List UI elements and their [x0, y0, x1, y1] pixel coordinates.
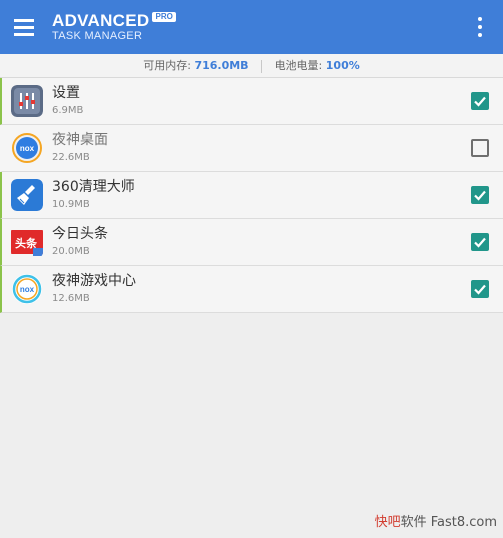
app-bar: ADVANCED PRO TASK MANAGER: [0, 0, 503, 54]
app-name: 今日头条: [52, 226, 108, 242]
app-list: 设置 6.9MB nox 夜神桌面 22.6MB 360清理大师 10.9MB …: [0, 78, 503, 313]
checkbox-checked[interactable]: [471, 92, 489, 110]
app-size: 6.9MB: [52, 105, 84, 116]
app-subtitle: TASK MANAGER: [52, 30, 143, 42]
broom-cleaner-icon: [11, 179, 43, 211]
list-item[interactable]: nox 夜神游戏中心 12.6MB: [0, 266, 503, 313]
app-name: 夜神游戏中心: [52, 273, 136, 289]
watermark: 快吧软件 Fast8.com: [375, 511, 497, 530]
svg-text:nox: nox: [20, 285, 35, 294]
app-size: 20.0MB: [52, 246, 90, 257]
nox-game-center-icon: nox: [11, 273, 43, 305]
app-name: 设置: [52, 85, 80, 101]
nox-launcher-icon: nox: [11, 132, 43, 164]
app-name: 夜神桌面: [52, 132, 108, 148]
settings-sliders-icon: [11, 85, 43, 117]
app-size: 12.6MB: [52, 293, 90, 304]
memory-label: 可用内存:: [143, 59, 191, 72]
checkbox-checked[interactable]: [471, 233, 489, 251]
list-item[interactable]: 头条 今日头条 20.0MB: [0, 219, 503, 266]
list-item[interactable]: nox 夜神桌面 22.6MB: [0, 125, 503, 172]
watermark-site: 软件 Fast8.com: [400, 515, 497, 530]
app-size: 10.9MB: [52, 199, 90, 210]
checkbox-unchecked[interactable]: [471, 139, 489, 157]
svg-text:nox: nox: [20, 144, 35, 153]
app-size: 22.6MB: [52, 152, 90, 163]
battery-label: 电池电量:: [274, 59, 323, 72]
toutiao-icon: 头条: [11, 226, 43, 258]
app-title-main: ADVANCED: [52, 11, 150, 30]
app-name: 360清理大师: [52, 179, 135, 195]
watermark-brand: 快吧: [374, 515, 401, 530]
checkbox-checked[interactable]: [471, 280, 489, 298]
status-bar: 可用内存: 716.0MB 电池电量: 100%: [0, 54, 503, 78]
more-vert-icon[interactable]: [470, 14, 490, 40]
hamburger-menu-icon[interactable]: [14, 17, 38, 37]
status-divider: [261, 59, 263, 73]
pro-badge: PRO: [152, 12, 176, 22]
app-title: ADVANCED PRO TASK MANAGER: [52, 11, 176, 42]
list-item[interactable]: 360清理大师 10.9MB: [0, 172, 503, 219]
svg-text:头条: 头条: [15, 236, 38, 250]
memory-value: 716.0MB: [194, 59, 249, 72]
list-item[interactable]: 设置 6.9MB: [0, 78, 503, 125]
checkbox-checked[interactable]: [471, 186, 489, 204]
battery-value: 100%: [325, 59, 360, 72]
